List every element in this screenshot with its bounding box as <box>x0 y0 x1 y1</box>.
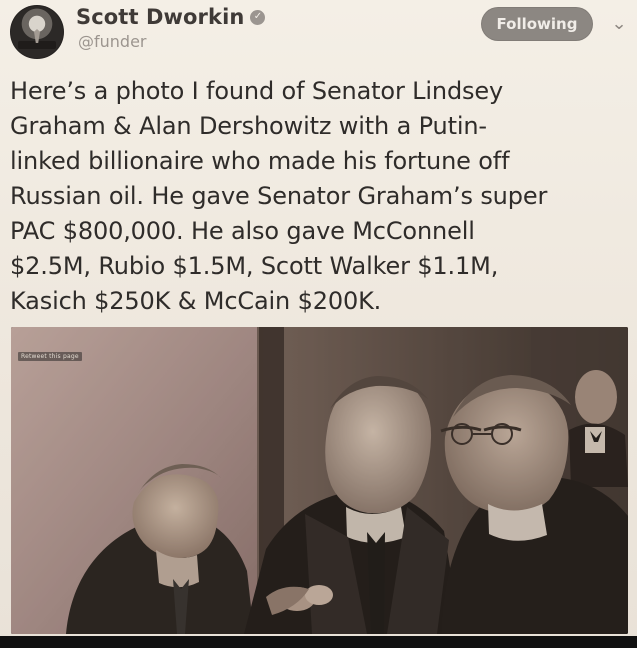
user-handle[interactable]: @funder <box>78 32 147 51</box>
following-button[interactable]: Following <box>481 7 593 41</box>
tweet-photo[interactable] <box>11 327 628 634</box>
photo-caption: Retweet this page <box>18 352 82 361</box>
bottom-edge <box>0 636 637 648</box>
verified-badge-icon: ✓ <box>250 9 266 25</box>
user-name-row: Scott Dworkin ✓ <box>76 5 266 29</box>
tweet-text: Here’s a photo I found of Senator Lindse… <box>10 77 548 315</box>
tweet-card: Scott Dworkin ✓ @funder Following ⌄ Here… <box>0 0 637 648</box>
photo-illustration <box>11 327 628 634</box>
avatar[interactable] <box>10 5 64 59</box>
user-display-name[interactable]: Scott Dworkin <box>76 5 244 29</box>
chevron-down-icon[interactable]: ⌄ <box>611 16 627 33</box>
